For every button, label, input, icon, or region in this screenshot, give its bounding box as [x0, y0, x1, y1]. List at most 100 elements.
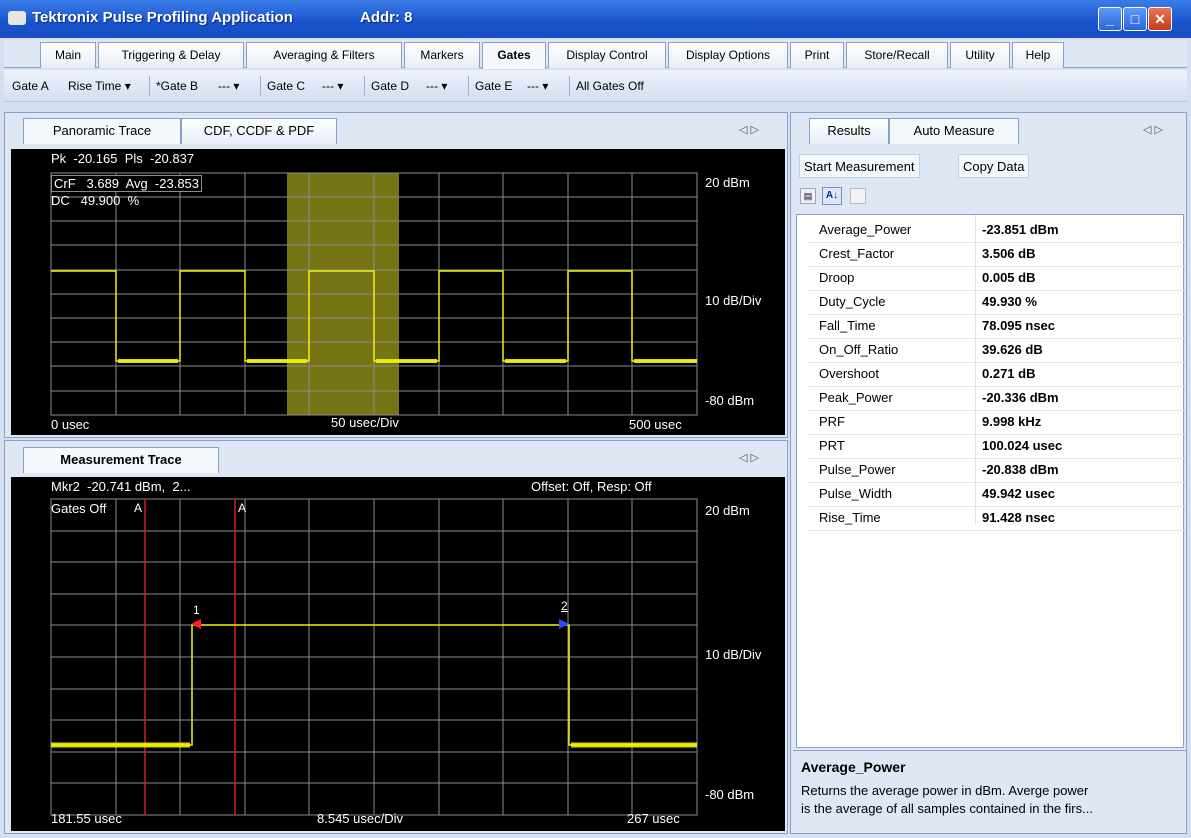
result-name: Overshoot — [819, 366, 879, 381]
marker-1-label: 1 — [193, 603, 200, 617]
result-name: Duty_Cycle — [819, 294, 886, 309]
scale-label: 10 dB/Div — [705, 647, 762, 662]
description-pane: Average_Power Returns the average power … — [793, 750, 1186, 832]
crest-avg-readout: CrF 3.689 Avg -23.853 — [51, 175, 203, 192]
peak-pulse-readout: Pk -20.165 Pls -20.837 — [51, 151, 195, 166]
maximize-button[interactable]: □ — [1123, 7, 1147, 31]
copy-data-button[interactable]: Copy Data — [958, 154, 1030, 178]
categorized-icon[interactable]: ▤ — [800, 188, 816, 204]
tab-display-control[interactable]: Display Control — [548, 42, 666, 68]
result-row[interactable]: Overshoot 0.271 dB — [797, 363, 1185, 387]
result-value: 49.942 usec — [982, 486, 1056, 501]
tab-auto-measure[interactable]: Auto Measure — [889, 118, 1019, 144]
chevron-down-icon: ▾ — [441, 79, 448, 93]
result-name: Rise_Time — [819, 510, 881, 525]
measurement-trace-display[interactable]: Mkr2 -20.741 dBm, 2... Offset: Off, Resp… — [11, 477, 785, 831]
x-end-label: 500 usec — [629, 417, 682, 432]
panoramic-trace-display[interactable]: Pk -20.165 Pls -20.837 CrF 3.689 Avg -23… — [11, 149, 785, 435]
gate-b-label: *Gate B — [156, 79, 199, 93]
window-title: Tektronix Pulse Profiling Application — [32, 9, 293, 26]
tab-results[interactable]: Results — [809, 118, 889, 144]
gate-e-dropdown[interactable]: --- ▾ — [527, 79, 548, 93]
result-row[interactable]: Pulse_Power -20.838 dBm — [797, 459, 1185, 483]
result-name: PRT — [819, 438, 845, 453]
x-start-label: 0 usec — [51, 417, 90, 432]
measurement-panel: Measurement Trace ◁ ▷ Mkr2 -20.741 dBm, … — [4, 440, 788, 834]
description-line-2: is the average of all samples contained … — [801, 801, 1093, 816]
result-row[interactable]: Fall_Time 78.095 nsec — [797, 315, 1185, 339]
panel-scroll-arrows[interactable]: ◁ ▷ — [739, 123, 759, 136]
bottom-level-label: -80 dBm — [705, 787, 755, 802]
tab-cdf-ccdf-pdf[interactable]: CDF, CCDF & PDF — [181, 118, 337, 144]
gate-b-dropdown[interactable]: --- ▾ — [218, 79, 239, 93]
x-end-label: 267 usec — [627, 811, 680, 826]
description-line-1: Returns the average power in dBm. Averge… — [801, 783, 1089, 798]
result-row[interactable]: Rise_Time 91.428 nsec — [797, 507, 1185, 531]
gate-a-start-marker: A — [134, 501, 143, 515]
offset-readout: Offset: Off, Resp: Off — [531, 479, 652, 494]
result-row[interactable]: Droop 0.005 dB — [797, 267, 1185, 291]
result-row[interactable]: Crest_Factor 3.506 dB — [797, 243, 1185, 267]
result-row[interactable]: PRT 100.024 usec — [797, 435, 1185, 459]
x-div-label: 50 usec/Div — [331, 415, 399, 430]
tab-display-options[interactable]: Display Options — [668, 42, 788, 68]
result-value: 0.005 dB — [982, 270, 1036, 285]
result-row[interactable]: Duty_Cycle 49.930 % — [797, 291, 1185, 315]
tab-averaging-filters[interactable]: Averaging & Filters — [246, 42, 402, 68]
result-name: Pulse_Power — [819, 462, 896, 477]
result-row[interactable]: Average_Power -23.851 dBm — [797, 219, 1185, 243]
gate-a-label: Gate A — [12, 79, 49, 93]
all-gates-off-button[interactable]: All Gates Off — [576, 79, 644, 93]
duty-cycle-readout: DC 49.900 % — [51, 193, 140, 208]
gate-e-label: Gate E — [475, 79, 513, 93]
bottom-level-label: -80 dBm — [705, 393, 755, 408]
minimize-button[interactable]: _ — [1098, 7, 1122, 31]
tab-utility[interactable]: Utility — [950, 42, 1010, 68]
tab-markers[interactable]: Markers — [404, 42, 480, 68]
chevron-down-icon: ▾ — [124, 79, 131, 93]
panel-scroll-arrows[interactable]: ◁ ▷ — [739, 451, 759, 464]
close-button[interactable]: ✕ — [1148, 7, 1172, 31]
result-value: 91.428 nsec — [982, 510, 1056, 525]
result-name: Droop — [819, 270, 855, 285]
tab-print[interactable]: Print — [790, 42, 844, 68]
result-row[interactable]: On_Off_Ratio 39.626 dB — [797, 339, 1185, 363]
result-row[interactable]: Pulse_Width 49.942 usec — [797, 483, 1185, 507]
marker-readout: Mkr2 -20.741 dBm, 2... — [51, 479, 191, 494]
result-value: -20.838 dBm — [982, 462, 1059, 477]
tab-measurement-trace[interactable]: Measurement Trace — [23, 447, 219, 473]
gate-toolbar: Gate A Rise Time ▾ *Gate B --- ▾ Gate C … — [4, 70, 1187, 102]
tab-main[interactable]: Main — [40, 42, 96, 68]
tab-help[interactable]: Help — [1012, 42, 1064, 68]
result-name: Pulse_Width — [819, 486, 892, 501]
property-pages-icon[interactable] — [850, 188, 866, 204]
app-icon — [8, 11, 26, 25]
gate-d-dropdown[interactable]: --- ▾ — [426, 79, 447, 93]
gate-a-dropdown[interactable]: Rise Time ▾ — [68, 79, 131, 93]
panel-scroll-arrows[interactable]: ◁ ▷ — [1143, 123, 1163, 136]
result-value: 0.271 dB — [982, 366, 1036, 381]
result-name: PRF — [819, 414, 845, 429]
tab-triggering-delay[interactable]: Triggering & Delay — [98, 42, 244, 68]
result-name: On_Off_Ratio — [819, 342, 899, 357]
chevron-down-icon: ▾ — [233, 79, 240, 93]
result-value: 49.930 % — [982, 294, 1037, 309]
result-row[interactable]: PRF 9.998 kHz — [797, 411, 1185, 435]
result-name: Average_Power — [819, 222, 912, 237]
chevron-down-icon: ▾ — [337, 79, 344, 93]
result-row[interactable]: Peak_Power -20.336 dBm — [797, 387, 1185, 411]
gate-c-dropdown[interactable]: --- ▾ — [322, 79, 343, 93]
tab-store-recall[interactable]: Store/Recall — [846, 42, 948, 68]
sort-alphabetical-icon[interactable]: A↓ — [822, 187, 842, 205]
result-value: 9.998 kHz — [982, 414, 1042, 429]
result-value: -23.851 dBm — [982, 222, 1059, 237]
marker-2-label: 2 — [561, 599, 568, 613]
tab-panoramic-trace[interactable]: Panoramic Trace — [23, 118, 181, 144]
gate-b-value: --- — [218, 79, 230, 93]
result-value: 100.024 usec — [982, 438, 1063, 453]
start-measurement-button[interactable]: Start Measurement — [799, 154, 920, 178]
result-name: Peak_Power — [819, 390, 893, 405]
result-value: -20.336 dBm — [982, 390, 1059, 405]
tab-gates[interactable]: Gates — [482, 42, 546, 69]
gate-d-label: Gate D — [371, 79, 410, 93]
